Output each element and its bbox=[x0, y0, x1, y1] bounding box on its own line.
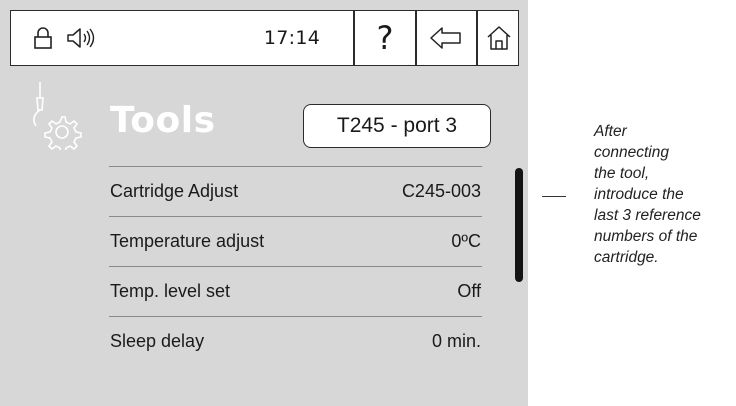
soldering-gear-icon bbox=[33, 82, 82, 150]
annotation-line: connecting bbox=[594, 144, 669, 161]
help-button[interactable]: ? bbox=[355, 11, 415, 65]
device-screen: 17:14 ? Tools T245 - port 3 Cartridge Ad… bbox=[0, 0, 528, 406]
tool-port-selector[interactable]: T245 - port 3 bbox=[303, 104, 491, 148]
annotation-line: last 3 reference bbox=[594, 207, 701, 224]
settings-list: Cartridge Adjust C245-003 Temperature ad… bbox=[109, 166, 482, 366]
back-button[interactable] bbox=[416, 11, 476, 65]
annotation-line: introduce the bbox=[594, 186, 684, 203]
setting-label: Temperature adjust bbox=[110, 231, 265, 251]
clock: 17:14 bbox=[263, 27, 321, 49]
lock-icon[interactable] bbox=[31, 11, 55, 65]
setting-value: C245-003 bbox=[401, 181, 481, 201]
back-arrow-icon bbox=[430, 27, 461, 49]
home-icon bbox=[486, 26, 511, 50]
setting-row-sleep-delay[interactable]: Sleep delay 0 min. bbox=[109, 316, 482, 366]
setting-label: Sleep delay bbox=[110, 331, 205, 351]
setting-label: Cartridge Adjust bbox=[110, 181, 239, 201]
setting-value: 0 min. bbox=[431, 331, 481, 351]
annotation-line: cartridge. bbox=[594, 249, 659, 266]
setting-label: Temp. level set bbox=[110, 281, 231, 301]
annotation-line: the tool, bbox=[594, 165, 650, 182]
setting-row-temp-level-set[interactable]: Temp. level set Off bbox=[109, 266, 482, 316]
annotation-note: After connecting the tool, introduce the… bbox=[594, 121, 736, 268]
setting-row-temperature-adjust[interactable]: Temperature adjust 0ºC bbox=[109, 216, 482, 266]
setting-row-cartridge-adjust[interactable]: Cartridge Adjust C245-003 bbox=[109, 166, 482, 216]
speaker-icon[interactable] bbox=[65, 11, 101, 65]
scrollbar[interactable] bbox=[515, 168, 523, 282]
setting-value: Off bbox=[457, 281, 481, 301]
top-bar: 17:14 ? bbox=[10, 10, 519, 66]
annotation-line: numbers of the bbox=[594, 228, 698, 245]
annotation-line: After bbox=[594, 123, 627, 140]
callout-line bbox=[542, 196, 566, 198]
setting-value: 0ºC bbox=[451, 231, 481, 251]
home-button[interactable] bbox=[477, 11, 520, 65]
page-title: Tools bbox=[110, 100, 216, 141]
